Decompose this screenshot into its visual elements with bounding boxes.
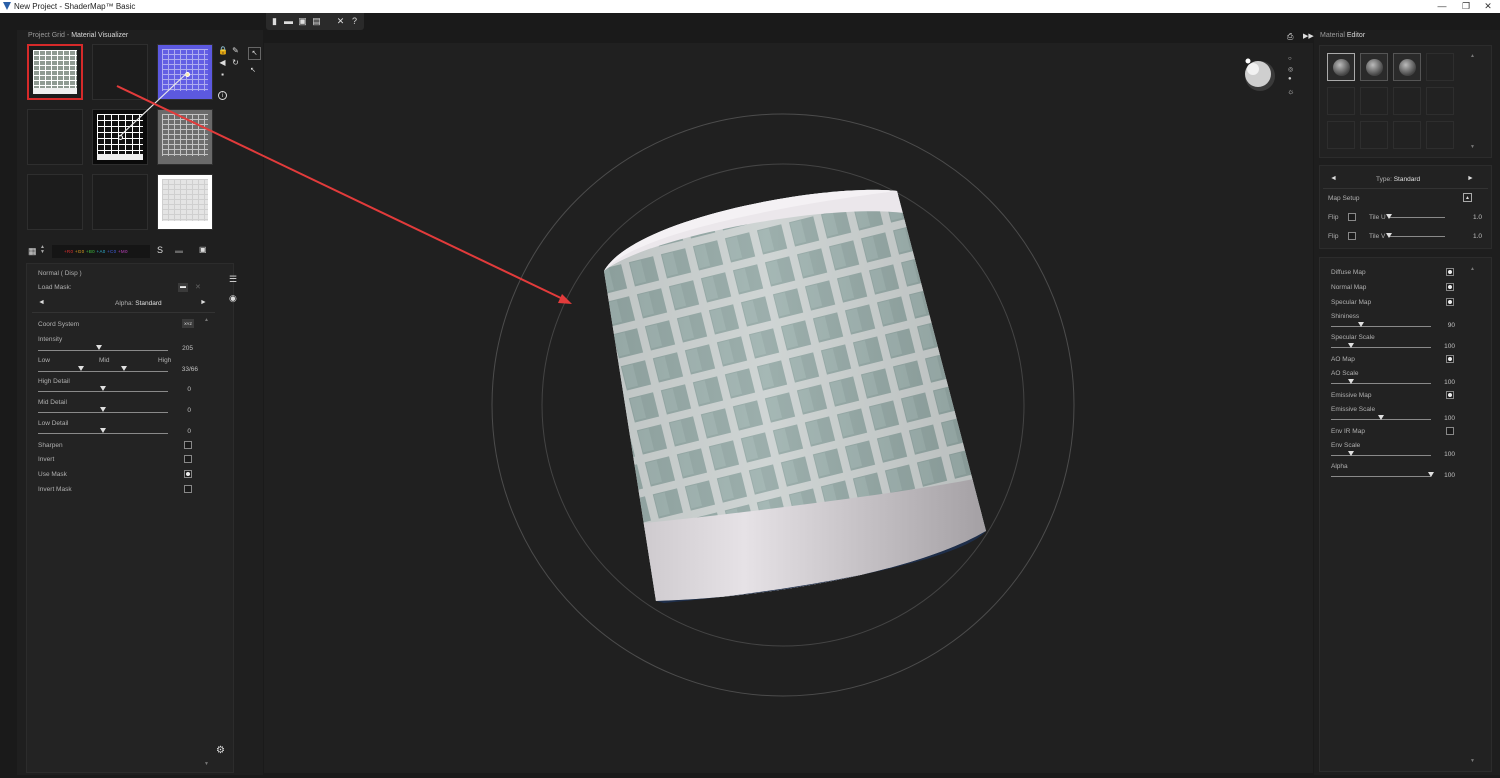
material-slot[interactable] [1360, 121, 1388, 149]
presets-scroll-up[interactable]: ▲ [1470, 53, 1475, 59]
alpha-value: 100 [1444, 472, 1455, 479]
maps-scroll-down[interactable]: ▼ [1470, 758, 1475, 764]
tile-u-slider[interactable] [1389, 217, 1445, 218]
map-setup-label: Map Setup [1328, 195, 1360, 202]
material-slot[interactable] [1393, 87, 1421, 115]
env-scale-label: Env Scale [1331, 442, 1361, 449]
alpha-slider[interactable] [1331, 476, 1431, 477]
type-selector[interactable]: Type: Standard [1376, 176, 1420, 183]
flip-v-label: Flip [1328, 233, 1339, 240]
shininess-label: Shininess [1331, 313, 1360, 320]
diffuse-map-label: Diffuse Map [1331, 269, 1366, 276]
material-slot[interactable] [1426, 121, 1454, 149]
type-prev-arrow[interactable]: ◄ [1330, 175, 1337, 182]
material-slot[interactable] [1426, 87, 1454, 115]
tile-u-label: Tile U [1369, 214, 1386, 221]
material-preset-2[interactable] [1360, 53, 1388, 81]
env-scale-knob[interactable] [1348, 451, 1354, 456]
material-preset-1[interactable] [1327, 53, 1355, 81]
right-panel-header: Material Editor [1320, 32, 1365, 39]
specular-scale-knob[interactable] [1348, 343, 1354, 348]
divider [1323, 188, 1488, 189]
map-setup-panel: ◄ Type: Standard ► Map Setup ▲ Flip Tile… [1319, 165, 1492, 249]
tile-v-knob[interactable] [1386, 233, 1392, 238]
tile-u-knob[interactable] [1386, 214, 1392, 219]
shininess-knob[interactable] [1358, 322, 1364, 327]
emissive-map-label: Emissive Map [1331, 392, 1372, 399]
type-next-arrow[interactable]: ► [1467, 175, 1474, 182]
alpha-label: Alpha [1331, 463, 1348, 470]
material-maps-panel: Diffuse Map Normal Map Specular Map Shin… [1319, 257, 1492, 772]
tile-u-value: 1.0 [1472, 214, 1482, 221]
type-label: Type: [1376, 176, 1392, 183]
camera-icon[interactable]: ⎙ [1287, 32, 1293, 42]
diffuse-map-checkbox[interactable] [1446, 268, 1454, 276]
tile-v-slider[interactable] [1389, 236, 1445, 237]
material-slot[interactable] [1360, 87, 1388, 115]
material-presets-panel: ▲ ▼ [1319, 45, 1492, 158]
ao-map-label: AO Map [1331, 356, 1355, 363]
normal-map-checkbox[interactable] [1446, 283, 1454, 291]
tile-v-value: 1.0 [1472, 233, 1482, 240]
ao-scale-slider[interactable] [1331, 383, 1431, 384]
shininess-value: 90 [1447, 322, 1455, 329]
env-ir-map-checkbox[interactable] [1446, 427, 1454, 435]
material-label: Material [1320, 32, 1345, 39]
material-slot[interactable] [1327, 121, 1355, 149]
env-ir-map-label: Env IR Map [1331, 428, 1365, 435]
material-slot[interactable] [1426, 53, 1454, 81]
material-editor-panel: Material Editor ▲ ▼ ◄ Type: Standard ► M… [1314, 30, 1500, 775]
specular-scale-slider[interactable] [1331, 347, 1431, 348]
expand-panel-icon[interactable]: ▶▶ [1303, 32, 1314, 40]
editor-label: Editor [1346, 32, 1366, 39]
map-setup-image-icon[interactable]: ▲ [1463, 193, 1472, 202]
specular-scale-label: Specular Scale [1331, 334, 1375, 341]
material-preset-3[interactable] [1393, 53, 1421, 81]
type-value: Standard [1393, 176, 1421, 183]
ao-map-checkbox[interactable] [1446, 355, 1454, 363]
ao-scale-label: AO Scale [1331, 370, 1359, 377]
material-slot[interactable] [1393, 121, 1421, 149]
normal-map-label: Normal Map [1331, 284, 1367, 291]
flip-v-checkbox[interactable] [1348, 232, 1356, 240]
maps-scroll-up[interactable]: ▲ [1470, 266, 1475, 272]
emissive-scale-value: 100 [1444, 415, 1455, 422]
ao-scale-value: 100 [1444, 379, 1455, 386]
presets-scroll-down[interactable]: ▼ [1470, 144, 1475, 150]
emissive-scale-label: Emissive Scale [1331, 406, 1376, 413]
emissive-map-checkbox[interactable] [1446, 391, 1454, 399]
specular-map-checkbox[interactable] [1446, 298, 1454, 306]
annotation-arrow [116, 85, 572, 304]
emissive-scale-knob[interactable] [1378, 415, 1384, 420]
ao-scale-knob[interactable] [1348, 379, 1354, 384]
flip-u-label: Flip [1328, 214, 1339, 221]
tile-v-label: Tile V [1369, 233, 1386, 240]
material-slot[interactable] [1327, 87, 1355, 115]
env-scale-value: 100 [1444, 451, 1455, 458]
specular-map-label: Specular Map [1331, 299, 1372, 306]
flip-u-checkbox[interactable] [1348, 213, 1356, 221]
env-scale-slider[interactable] [1331, 455, 1431, 456]
shininess-slider[interactable] [1331, 326, 1431, 327]
specular-scale-value: 100 [1444, 343, 1455, 350]
